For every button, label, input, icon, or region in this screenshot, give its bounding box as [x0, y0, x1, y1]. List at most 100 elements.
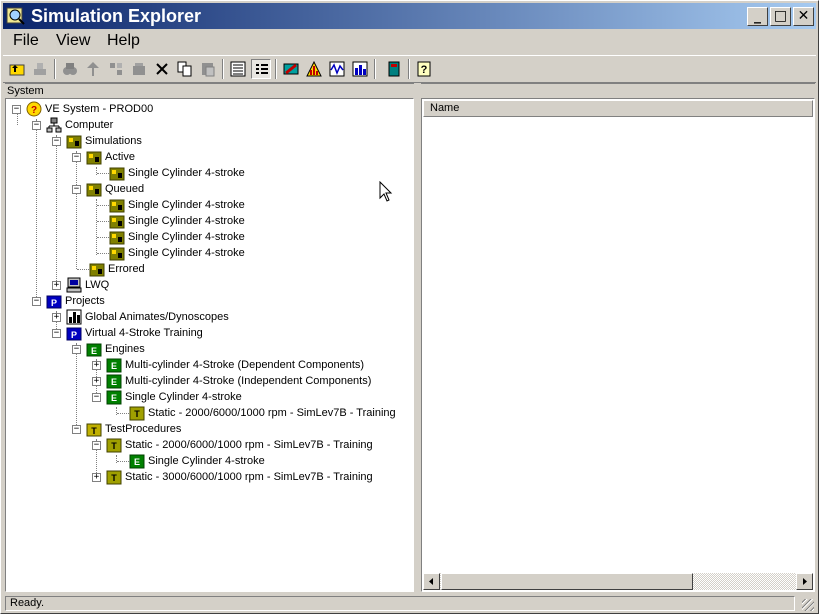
resize-grip-icon[interactable] — [802, 599, 814, 611]
bar-chart-icon — [352, 61, 368, 77]
collapse-icon[interactable]: − — [72, 424, 81, 434]
expand-icon[interactable]: + — [92, 376, 101, 386]
warning-chart-button[interactable] — [304, 59, 324, 79]
simulation-group-icon — [89, 263, 105, 277]
paste-button[interactable] — [198, 59, 218, 79]
collapse-icon[interactable]: − — [52, 328, 61, 338]
collapse-icon[interactable]: − — [72, 152, 81, 162]
collapse-icon[interactable]: − — [72, 344, 81, 354]
tree-node-engine-test[interactable]: T Static - 2000/6000/1000 rpm - SimLev7B… — [129, 405, 396, 421]
find-button[interactable] — [60, 59, 80, 79]
help-icon: ? — [417, 61, 431, 77]
tree-node-active[interactable]: − Active — [72, 149, 135, 165]
scroll-thumb[interactable] — [441, 573, 693, 590]
menu-bar: File View Help — [3, 30, 816, 52]
simulations-icon — [66, 135, 82, 149]
details-view-button[interactable] — [251, 59, 271, 79]
tree-node-errored[interactable]: Errored — [89, 261, 145, 277]
help-button[interactable]: ? — [414, 59, 434, 79]
computer-icon — [46, 117, 62, 133]
tree-node-engines[interactable]: − E Engines — [72, 341, 145, 357]
expand-icon[interactable]: + — [52, 280, 61, 290]
tree-node-queued[interactable]: − Queued — [72, 181, 144, 197]
main-window: Simulation Explorer _ □ ✕ File View Help — [0, 0, 819, 614]
tree-label: Static - 3000/6000/1000 rpm - SimLev7B -… — [125, 471, 373, 483]
tree-label: Multi-cylinder 4-Stroke (Independent Com… — [125, 375, 372, 387]
large-icons-button[interactable] — [228, 59, 248, 79]
tree-node-queued-sim[interactable]: Single Cylinder 4-stroke — [109, 245, 245, 261]
delete-button[interactable] — [152, 59, 172, 79]
tree-node-test-procedure[interactable]: + T Static - 3000/6000/1000 rpm - SimLev… — [92, 469, 373, 485]
signal-button[interactable] — [327, 59, 347, 79]
menu-file[interactable]: File — [9, 32, 43, 50]
title-bar[interactable]: Simulation Explorer _ □ ✕ — [3, 3, 816, 29]
tree-node-test-procedure[interactable]: − T Static - 2000/6000/1000 rpm - SimLev… — [92, 437, 373, 453]
collapse-icon[interactable]: − — [52, 136, 61, 146]
minimize-button[interactable]: _ — [747, 7, 768, 26]
tree-node-simulations[interactable]: − Simulations — [52, 133, 142, 149]
tree-label: Static - 2000/6000/1000 rpm - SimLev7B -… — [125, 439, 373, 451]
run-button[interactable] — [281, 59, 301, 79]
copy-button[interactable] — [175, 59, 195, 79]
tree-line — [76, 151, 77, 269]
expand-icon[interactable]: + — [92, 472, 101, 482]
tree-node-global-animates[interactable]: + Global Animates/Dynoscopes — [52, 309, 229, 325]
scroll-left-button[interactable] — [423, 573, 440, 590]
disconnect-button[interactable] — [106, 59, 126, 79]
book-button[interactable] — [384, 59, 404, 79]
svg-text:T: T — [111, 441, 117, 451]
tree-node-queued-sim[interactable]: Single Cylinder 4-stroke — [109, 197, 245, 213]
system-tree[interactable]: − ? VE System - PROD00 − Computer − Simu… — [5, 98, 414, 592]
details-list[interactable]: Name — [421, 98, 815, 592]
collapse-icon[interactable]: − — [12, 104, 21, 114]
tree-label: Engines — [105, 343, 145, 355]
run-icon — [283, 63, 299, 75]
simulation-button[interactable] — [129, 59, 149, 79]
tree-line — [97, 221, 109, 222]
menu-help[interactable]: Help — [103, 32, 144, 50]
collapse-icon[interactable]: − — [72, 184, 81, 194]
column-header-label: Name — [430, 102, 460, 114]
close-button[interactable]: ✕ — [793, 7, 814, 26]
horizontal-scrollbar[interactable] — [423, 573, 813, 590]
tree-node-lwq[interactable]: + LWQ — [52, 277, 109, 293]
bar-chart-button[interactable] — [350, 59, 370, 79]
collapse-icon[interactable]: − — [32, 120, 41, 130]
collapse-icon[interactable]: − — [92, 392, 101, 402]
tree-node-engine[interactable]: − E Single Cylinder 4-stroke — [92, 389, 242, 405]
tree-node-projects[interactable]: − P Projects — [32, 293, 105, 309]
tree-line — [97, 237, 109, 238]
tree-node-active-sim[interactable]: Single Cylinder 4-stroke — [109, 165, 245, 181]
menu-view[interactable]: View — [52, 32, 94, 50]
up-folder-button[interactable] — [7, 59, 27, 79]
tree-node-computer[interactable]: − Computer — [32, 117, 113, 133]
svg-text:P: P — [51, 298, 57, 308]
maximize-button[interactable]: □ — [770, 7, 791, 26]
tree-node-test-engine[interactable]: E Single Cylinder 4-stroke — [129, 453, 265, 469]
tree-node-ve-system[interactable]: − ? VE System - PROD00 — [12, 101, 153, 117]
close-icon: ✕ — [797, 8, 810, 24]
pane-splitter[interactable] — [415, 83, 420, 593]
collapse-icon[interactable]: − — [92, 440, 101, 450]
tree-node-queued-sim[interactable]: Single Cylinder 4-stroke — [109, 229, 245, 245]
tree-node-queued-sim[interactable]: Single Cylinder 4-stroke — [109, 213, 245, 229]
tree-node-test-procedures[interactable]: − T TestProcedures — [72, 421, 181, 437]
tree-label: TestProcedures — [105, 423, 182, 435]
warning-chart-icon — [306, 61, 322, 77]
tree-label: Computer — [65, 119, 114, 131]
simulation-icon — [133, 63, 145, 75]
collapse-icon[interactable]: − — [32, 296, 41, 306]
network-button[interactable] — [30, 59, 50, 79]
tree-node-engine[interactable]: + E Multi-cylinder 4-Stroke (Dependent C… — [92, 357, 364, 373]
simulation-item-icon — [109, 199, 125, 213]
tree-node-virtual-training[interactable]: − P Virtual 4-Stroke Training — [52, 325, 203, 341]
tree-label: Multi-cylinder 4-Stroke (Dependent Compo… — [125, 359, 365, 371]
column-header-name[interactable]: Name — [423, 100, 813, 117]
expand-icon[interactable]: + — [52, 312, 61, 322]
expand-icon[interactable]: + — [92, 360, 101, 370]
scroll-right-button[interactable] — [796, 573, 813, 590]
connect-button[interactable] — [83, 59, 103, 79]
tree-node-engine[interactable]: + E Multi-cylinder 4-Stroke (Independent… — [92, 373, 371, 389]
delete-icon — [156, 63, 168, 75]
app-icon — [6, 7, 25, 25]
